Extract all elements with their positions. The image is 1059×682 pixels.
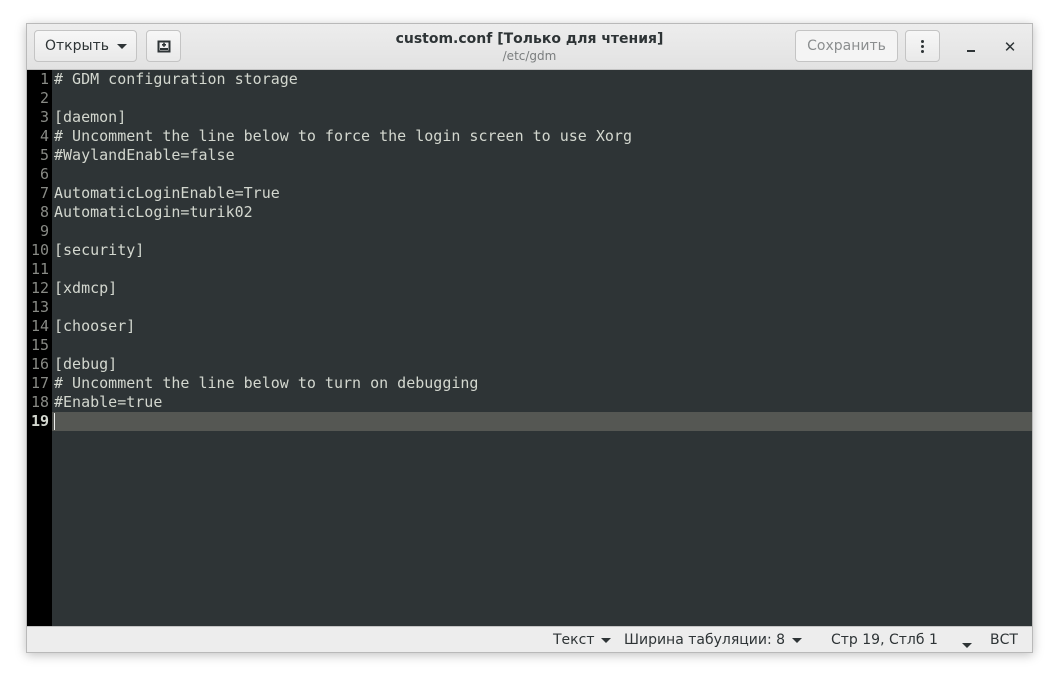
code-line[interactable]	[54, 222, 632, 241]
code-line[interactable]	[54, 336, 632, 355]
language-label: Текст	[553, 632, 595, 648]
line-number: 14	[30, 317, 49, 335]
insert-mode-indicator: ВСТ	[990, 631, 1018, 649]
code-line[interactable]: AutomaticLogin=turik02	[54, 203, 632, 222]
code-line[interactable]: # Uncomment the line below to force the …	[54, 127, 632, 146]
code-line[interactable]: # GDM configuration storage	[54, 70, 632, 89]
new-document-button[interactable]	[146, 30, 181, 62]
line-number: 8	[39, 203, 49, 221]
line-number: 11	[30, 260, 49, 278]
code-line[interactable]	[54, 89, 632, 108]
line-number: 4	[39, 127, 49, 145]
chevron-down-icon	[601, 637, 612, 643]
line-number: 10	[30, 241, 49, 259]
window-subtitle: /etc/gdm	[502, 49, 557, 63]
code-text[interactable]: # GDM configuration storage [daemon] # Unc…	[54, 70, 632, 431]
line-number: 3	[39, 108, 49, 126]
chevron-down-icon	[116, 43, 127, 49]
tab-width-label: Ширина табуляции: 8	[624, 632, 786, 648]
code-line[interactable]: [security]	[54, 241, 632, 260]
code-line[interactable]: AutomaticLoginEnable=True	[54, 184, 632, 203]
language-selector[interactable]: Текст	[553, 631, 612, 649]
code-line[interactable]: #Enable=true	[54, 393, 632, 412]
insert-mode-label: ВСТ	[990, 632, 1018, 648]
line-number: 17	[30, 374, 49, 392]
chevron-down-icon	[962, 642, 972, 648]
line-number: 19	[30, 412, 49, 430]
line-number: 2	[39, 89, 49, 107]
new-document-icon	[157, 40, 170, 53]
minimize-button[interactable]	[960, 36, 982, 58]
more-options-icon	[921, 39, 924, 53]
window-title-area: custom.conf [Только для чтения] /etc/gdm	[327, 30, 732, 64]
line-numbers: 1 2 3 4 5 6 7 8 9 10 11 12 13 14 15 16 17 18 19	[27, 70, 49, 431]
chevron-down-icon	[792, 637, 803, 643]
window-title: custom.conf [Только для чтения]	[395, 31, 664, 47]
line-number: 7	[39, 184, 49, 202]
tab-width-selector[interactable]: Ширина табуляции: 8	[624, 631, 803, 649]
line-number: 15	[30, 336, 49, 354]
code-line[interactable]: # Uncomment the line below to turn on de…	[54, 374, 632, 393]
main-menu-button[interactable]	[905, 30, 940, 62]
header-bar: Открыть custom.conf [Только для чтения] …	[27, 24, 1032, 70]
code-line[interactable]	[54, 298, 632, 317]
line-number: 5	[39, 146, 49, 164]
code-line[interactable]: #WaylandEnable=false	[54, 146, 632, 165]
code-line[interactable]	[54, 412, 632, 431]
code-line[interactable]: [xdmcp]	[54, 279, 632, 298]
text-editor-area[interactable]: 1 2 3 4 5 6 7 8 9 10 11 12 13 14 15 16 17 18 19 # GDM conf…	[27, 70, 1032, 626]
cursor-position[interactable]: Стр 19, Стлб 1	[831, 631, 938, 649]
line-number: 13	[30, 298, 49, 316]
code-line[interactable]	[54, 260, 632, 279]
code-line[interactable]: [chooser]	[54, 317, 632, 336]
line-number: 9	[39, 222, 49, 240]
text-cursor	[54, 413, 55, 430]
line-number: 12	[30, 279, 49, 297]
save-button[interactable]: Сохранить	[795, 30, 898, 62]
code-line[interactable]: [debug]	[54, 355, 632, 374]
line-number: 1	[39, 70, 49, 88]
cursor-position-label: Стр 19, Стлб 1	[831, 632, 938, 648]
line-number: 16	[30, 355, 49, 373]
open-button[interactable]: Открыть	[34, 30, 137, 62]
line-number: 6	[39, 165, 49, 183]
position-menu-button[interactable]	[955, 636, 972, 652]
open-button-label: Открыть	[45, 38, 109, 54]
close-button[interactable]: ✕	[999, 36, 1021, 58]
code-line[interactable]	[54, 165, 632, 184]
code-line[interactable]: [daemon]	[54, 108, 632, 127]
editor-window: Открыть custom.conf [Только для чтения] …	[26, 23, 1033, 653]
status-bar: Текст Ширина табуляции: 8 Стр 19, Стлб 1…	[27, 626, 1032, 652]
line-number: 18	[30, 393, 49, 411]
minimize-icon	[967, 50, 975, 52]
close-icon: ✕	[1003, 38, 1017, 56]
